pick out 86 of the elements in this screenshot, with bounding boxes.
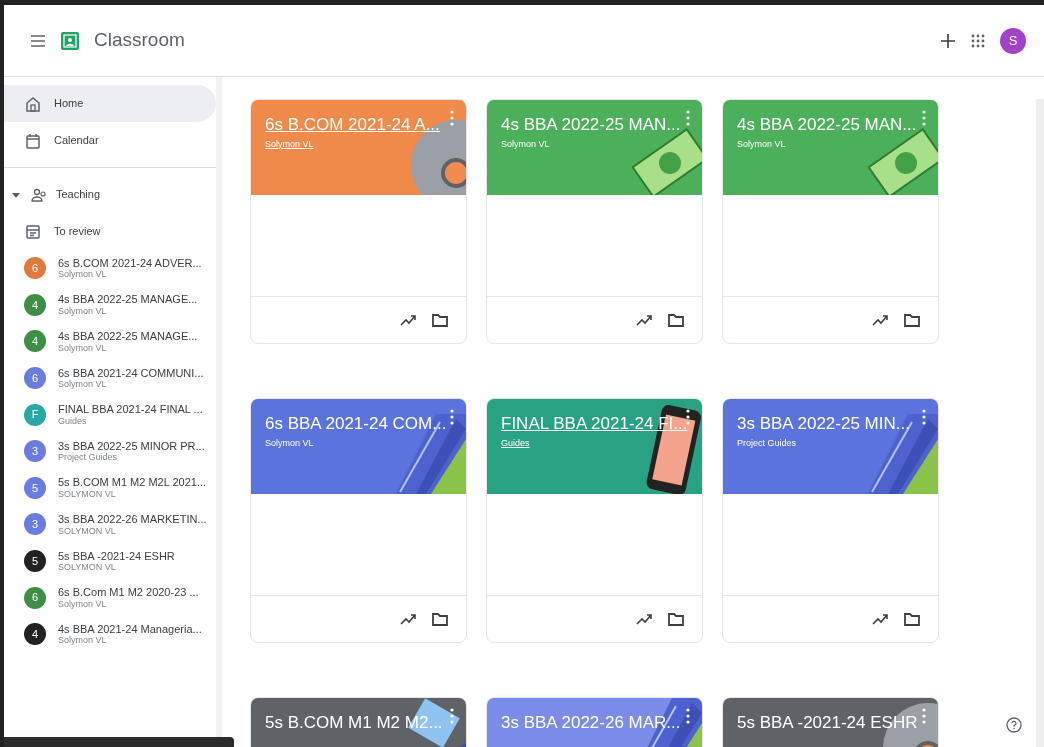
card-title[interactable]: 6s BBA 2021-24 COM... — [265, 411, 452, 437]
class-avatar: 6 — [24, 257, 46, 280]
home-icon — [24, 94, 42, 113]
class-avatar: 4 — [24, 293, 46, 316]
class-item[interactable]: 6 6s BBA 2021-24 COMMUNI... Solymon VL — [4, 359, 216, 397]
class-item[interactable]: 5 5s B.COM M1 M2 M2L 2021... SOLYMON VL — [4, 469, 216, 507]
class-name: 4s BBA 2022-25 MANAGE... — [58, 293, 198, 307]
class-item[interactable]: 4 4s BBA 2022-25 MANAGE... Solymon VL — [4, 323, 216, 360]
trend-icon[interactable] — [636, 313, 654, 327]
trend-icon[interactable] — [400, 612, 418, 626]
menu-icon[interactable] — [30, 33, 46, 48]
card-title[interactable]: 3s BBA 2022-25 MIN... — [737, 411, 924, 437]
more-options-icon[interactable] — [686, 409, 690, 425]
class-item[interactable]: F FINAL BBA 2021-24 FINAL ... Guides — [4, 396, 216, 433]
trend-icon[interactable] — [872, 612, 890, 626]
class-item[interactable]: 3 3s BBA 2022-26 MARKETIN... SOLYMON VL — [4, 506, 216, 543]
class-owner: SOLYMON VL — [58, 562, 117, 573]
class-owner: Solymon VL — [58, 342, 108, 353]
class-name: 6s B.COM 2021-24 ADVER... — [58, 256, 202, 270]
add-icon[interactable] — [940, 32, 956, 49]
class-owner: Solymon VL — [58, 379, 108, 390]
sidebar-item[interactable]: Calendar — [4, 122, 216, 159]
classroom-logo-icon — [60, 30, 80, 51]
class-owner: Solymon VL — [58, 269, 108, 280]
class-owner: Guides — [58, 415, 88, 427]
class-name: FINAL BBA 2021-24 FINAL ... — [58, 403, 203, 416]
class-avatar: 6 — [24, 586, 46, 609]
class-name: 4s BBA 2021-24 Manageria... — [58, 622, 202, 636]
trend-icon[interactable] — [400, 313, 418, 327]
class-item[interactable]: 5 5s BBA -2021-24 ESHR SOLYMON VL — [4, 542, 216, 580]
class-item[interactable]: 6 6s B.Com M1 M2 2020-23 ... Solymon VL — [4, 579, 216, 616]
trend-icon[interactable] — [636, 612, 654, 626]
class-avatar: 3 — [24, 513, 46, 536]
class-card[interactable]: 3s BBA 2022-26 MAR... — [486, 697, 703, 747]
class-avatar: F — [24, 403, 46, 426]
card-owner: Guides — [501, 436, 531, 450]
class-name: 3s BBA 2022-25 MINOR PR... — [58, 439, 205, 453]
folder-icon[interactable] — [432, 612, 448, 626]
folder-icon[interactable] — [668, 313, 684, 327]
class-avatar: 5 — [24, 550, 46, 573]
caret-down-icon[interactable] — [12, 190, 20, 199]
sidebar-item[interactable]: Home — [4, 85, 216, 122]
class-name: 5s BBA -2021-24 ESHR — [58, 549, 175, 563]
app-name: Classroom — [94, 28, 185, 53]
class-avatar: 5 — [24, 476, 46, 499]
class-owner: Solymon VL — [58, 598, 108, 610]
class-card[interactable]: 6s BBA 2021-24 COM... Solymon VL — [250, 398, 467, 643]
card-owner: Solymon VL — [265, 137, 315, 151]
folder-icon[interactable] — [904, 612, 920, 626]
class-item[interactable]: 3 3s BBA 2022-25 MINOR PR... Project Guides — [4, 432, 216, 470]
class-name: 4s BBA 2022-25 MANAGE... — [58, 330, 198, 343]
calendar-icon — [24, 131, 42, 150]
class-item[interactable]: 4 4s BBA 2021-24 Manageria... Solymon VL — [4, 615, 216, 653]
class-name: 3s BBA 2022-26 MARKETIN... — [58, 512, 207, 526]
class-name: 6s B.Com M1 M2 2020-23 ... — [58, 586, 199, 599]
card-owner: Solymon VL — [265, 436, 315, 450]
card-owner: Solymon VL — [737, 137, 787, 151]
card-title[interactable]: 3s BBA 2022-26 MAR... — [501, 710, 688, 736]
card-owner: Solymon VL — [501, 137, 551, 151]
class-card[interactable]: 3s BBA 2022-25 MIN... Project Guides — [722, 398, 939, 643]
folder-icon[interactable] — [904, 313, 920, 327]
class-avatar: 4 — [24, 330, 46, 353]
review-icon — [24, 222, 42, 241]
more-options-icon[interactable] — [450, 708, 454, 724]
apps-grid-icon[interactable] — [970, 32, 986, 49]
help-icon[interactable] — [1006, 717, 1022, 733]
class-avatar: 3 — [24, 440, 46, 463]
folder-icon[interactable] — [432, 313, 448, 327]
class-item[interactable]: 4 4s BBA 2022-25 MANAGE... Solymon VL — [4, 286, 216, 324]
class-name: 6s BBA 2021-24 COMMUNI... — [58, 366, 204, 380]
class-owner: SOLYMON VL — [58, 489, 117, 500]
class-owner: SOLYMON VL — [58, 525, 117, 536]
card-owner: Project Guides — [737, 436, 798, 450]
trend-icon[interactable] — [872, 313, 890, 327]
more-options-icon[interactable] — [686, 708, 690, 724]
folder-icon[interactable] — [668, 612, 684, 626]
class-owner: Solymon VL — [58, 306, 108, 317]
class-avatar: 4 — [24, 623, 46, 646]
class-item[interactable]: 6 6s B.COM 2021-24 ADVER... Solymon VL — [4, 250, 216, 287]
class-owner: Solymon VL — [58, 635, 108, 646]
account-avatar[interactable]: S — [1000, 27, 1026, 54]
class-avatar: 6 — [24, 367, 46, 390]
class-owner: Project Guides — [58, 452, 119, 463]
class-name: 5s B.COM M1 M2 M2L 2021... — [58, 476, 207, 489]
sidebar-item[interactable]: Teaching — [4, 176, 216, 213]
sidebar-item[interactable]: To review — [4, 213, 216, 250]
